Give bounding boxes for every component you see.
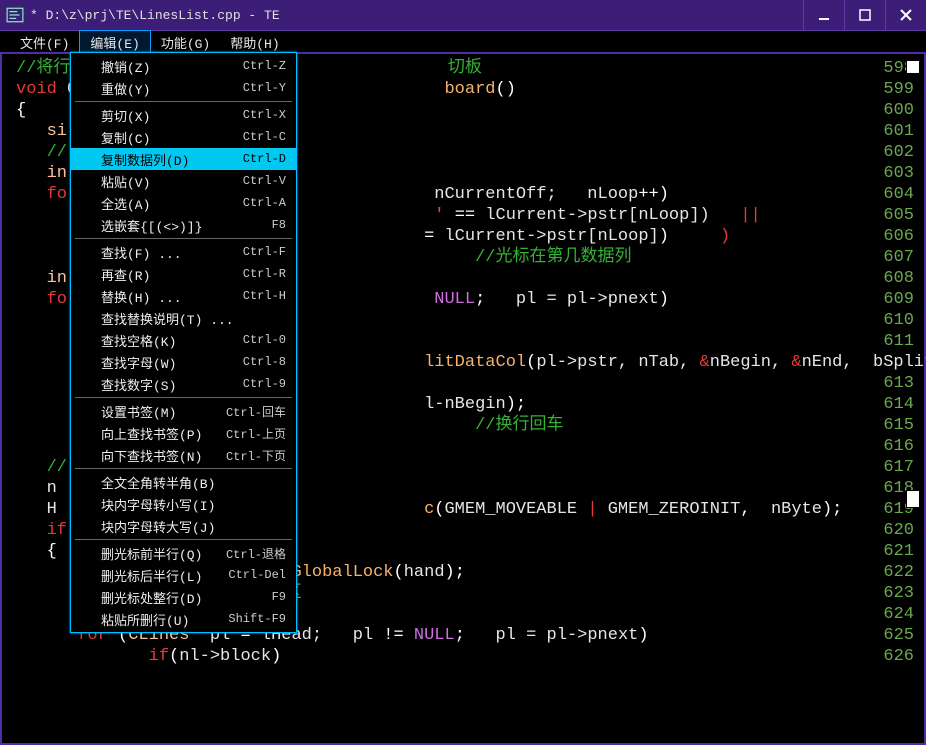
menu-item[interactable]: 再查(R) Ctrl-R [71, 263, 296, 285]
close-button[interactable] [885, 0, 926, 30]
title-bar: * D:\z\prj\TE\LinesList.cpp - TE [0, 0, 926, 31]
menu-item[interactable]: 向上查找书签(P) Ctrl-上页 [71, 422, 296, 444]
menu-item[interactable]: 块内字母转小写(I) [71, 493, 296, 515]
menu-item-shortcut: Ctrl-Del [214, 568, 286, 582]
menu-item-label: 删光标后半行(L) [101, 566, 202, 585]
menu-item-label: 查找空格(K) [101, 331, 176, 350]
menu-bar: 文件(F)编辑(E)功能(G)帮助(H) [0, 31, 926, 54]
menu-item-shortcut: Ctrl-Y [229, 81, 286, 95]
scroll-thumb[interactable] [906, 490, 920, 508]
menu-item-shortcut: F8 [258, 218, 286, 232]
menu-item-label: 块内字母转小写(I) [101, 495, 215, 514]
menu-item[interactable]: 查找替换说明(T) ... [71, 307, 296, 329]
menu-item[interactable]: 删光标处整行(D) F9 [71, 586, 296, 608]
menu-item-label: 复制数据列(D) [101, 150, 189, 169]
menu-item-label: 选嵌套{[(<>)]} [101, 216, 202, 235]
code-text: if(nl->block) [16, 646, 874, 667]
app-icon [6, 6, 24, 24]
menu-item-label: 粘贴所删行(U) [101, 610, 189, 629]
menu-item-shortcut: Ctrl-R [229, 267, 286, 281]
menu-item[interactable]: 复制(C) Ctrl-C [71, 126, 296, 148]
menu-edit[interactable]: 编辑(E) [79, 30, 150, 55]
menu-item[interactable]: 全文全角转半角(B) [71, 471, 296, 493]
menu-item[interactable]: 查找(F) ... Ctrl-F [71, 241, 296, 263]
menu-function[interactable]: 功能(G) [151, 31, 220, 54]
menu-item[interactable]: 向下查找书签(N) Ctrl-下页 [71, 444, 296, 466]
menu-separator [75, 101, 292, 102]
menu-item-label: 粘贴(V) [101, 172, 150, 191]
menu-item-label: 全文全角转半角(B) [101, 473, 215, 492]
menu-item[interactable]: 查找数字(S) Ctrl-9 [71, 373, 296, 395]
menu-item[interactable]: 删光标前半行(Q) Ctrl-退格 [71, 542, 296, 564]
menu-item-shortcut: Ctrl-回车 [212, 403, 286, 420]
menu-item-label: 查找字母(W) [101, 353, 176, 372]
menu-item-shortcut: Ctrl-X [229, 108, 286, 122]
menu-item[interactable]: 复制数据列(D) Ctrl-D [71, 148, 296, 170]
menu-item[interactable]: 全选(A) Ctrl-A [71, 192, 296, 214]
menu-item-label: 查找数字(S) [101, 375, 176, 394]
menu-item[interactable]: 重做(Y) Ctrl-Y [71, 77, 296, 99]
menu-item-label: 设置书签(M) [101, 402, 176, 421]
menu-item-shortcut: Ctrl-D [229, 152, 286, 166]
menu-separator [75, 397, 292, 398]
window-title: * D:\z\prj\TE\LinesList.cpp - TE [30, 8, 803, 23]
maximize-button[interactable] [844, 0, 885, 30]
menu-item[interactable]: 查找空格(K) Ctrl-0 [71, 329, 296, 351]
menu-file[interactable]: 文件(F) [10, 31, 79, 54]
vertical-scrollbar[interactable] [906, 60, 918, 737]
menu-item-shortcut: Ctrl-Z [229, 59, 286, 73]
menu-item-shortcut: Ctrl-上页 [212, 425, 286, 442]
menu-item[interactable]: 撤销(Z) Ctrl-Z [71, 55, 296, 77]
menu-item-label: 向下查找书签(N) [101, 446, 202, 465]
edit-menu-dropdown: 撤销(Z) Ctrl-Z 重做(Y) Ctrl-Y 剪切(X) Ctrl-X 复制(C) Ct… [70, 52, 297, 633]
menu-separator [75, 539, 292, 540]
menu-item[interactable]: 剪切(X) Ctrl-X [71, 104, 296, 126]
menu-item-shortcut: Ctrl-V [229, 174, 286, 188]
menu-item-label: 复制(C) [101, 128, 150, 147]
code-line[interactable]: if(nl->block)626 [16, 646, 924, 667]
menu-item-label: 重做(Y) [101, 79, 150, 98]
menu-item-label: 块内字母转大写(J) [101, 517, 215, 536]
menu-item[interactable]: 查找字母(W) Ctrl-8 [71, 351, 296, 373]
menu-item-label: 全选(A) [101, 194, 150, 213]
menu-item-shortcut: Ctrl-A [229, 196, 286, 210]
menu-item-shortcut: F9 [258, 590, 286, 604]
menu-item[interactable]: 粘贴所删行(U) Shift-F9 [71, 608, 296, 630]
menu-item-label: 查找(F) ... [101, 243, 182, 262]
menu-item-label: 再查(R) [101, 265, 150, 284]
menu-item-label: 剪切(X) [101, 106, 150, 125]
menu-item-shortcut: Ctrl-F [229, 245, 286, 259]
window-controls [803, 0, 926, 30]
minimize-button[interactable] [803, 0, 844, 30]
menu-item-shortcut: Ctrl-H [229, 289, 286, 303]
menu-help[interactable]: 帮助(H) [220, 31, 289, 54]
menu-separator [75, 468, 292, 469]
menu-item-shortcut: Shift-F9 [214, 612, 286, 626]
menu-item-label: 查找替换说明(T) ... [101, 309, 234, 328]
menu-item-label: 删光标处整行(D) [101, 588, 202, 607]
menu-item[interactable]: 删光标后半行(L) Ctrl-Del [71, 564, 296, 586]
menu-item-shortcut: Ctrl-下页 [212, 447, 286, 464]
menu-item-shortcut: Ctrl-退格 [212, 545, 286, 562]
menu-item[interactable]: 粘贴(V) Ctrl-V [71, 170, 296, 192]
menu-separator [75, 238, 292, 239]
menu-item-label: 替换(H) ... [101, 287, 182, 306]
menu-item-label: 删光标前半行(Q) [101, 544, 202, 563]
menu-item[interactable]: 选嵌套{[(<>)]} F8 [71, 214, 296, 236]
scroll-up-icon[interactable] [906, 60, 920, 74]
menu-item-shortcut: Ctrl-9 [229, 377, 286, 391]
menu-item[interactable]: 设置书签(M) Ctrl-回车 [71, 400, 296, 422]
menu-item[interactable]: 替换(H) ... Ctrl-H [71, 285, 296, 307]
menu-item-label: 向上查找书签(P) [101, 424, 202, 443]
menu-item-shortcut: Ctrl-C [229, 130, 286, 144]
menu-item-label: 撤销(Z) [101, 57, 150, 76]
menu-item-shortcut: Ctrl-8 [229, 355, 286, 369]
menu-item-shortcut: Ctrl-0 [229, 333, 286, 347]
menu-item[interactable]: 块内字母转大写(J) [71, 515, 296, 537]
